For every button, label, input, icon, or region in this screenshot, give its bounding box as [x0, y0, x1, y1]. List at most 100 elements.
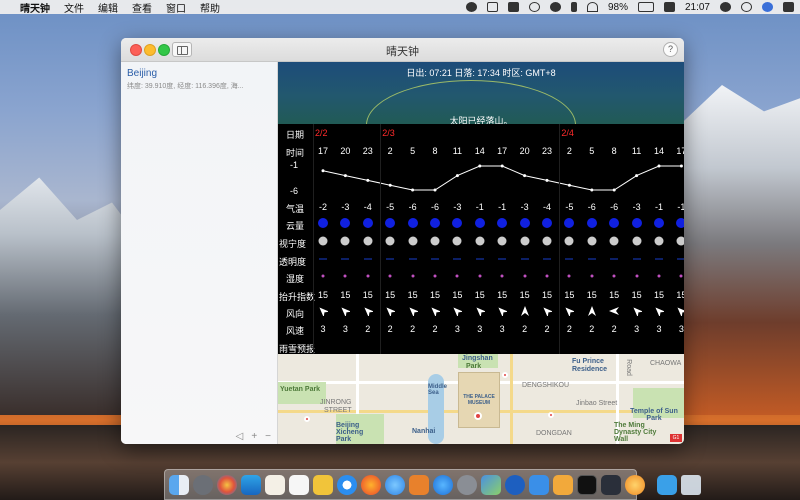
xcode-icon[interactable] [529, 474, 549, 495]
temperature-cell: -3 [453, 202, 462, 212]
temperature-cell: -6 [408, 202, 417, 212]
transparency-mark [498, 258, 507, 260]
time-cell: 8 [432, 146, 438, 156]
seeing-dot [676, 236, 684, 246]
temperature-cell: -1 [498, 202, 507, 212]
cloud-status-icon[interactable] [549, 2, 561, 12]
wind-speed-cell: 3 [678, 324, 684, 334]
day-separator [380, 124, 382, 354]
map-label: Fu Prince [572, 358, 604, 365]
menu-clock[interactable]: 21:07 [685, 2, 710, 13]
lifted-index-cell: 15 [362, 290, 373, 300]
time-cell: 17 [676, 146, 684, 156]
map-label: Middle Sea [428, 384, 447, 396]
wind-speed-cell: 2 [522, 324, 528, 334]
cloud-dot [340, 218, 351, 228]
poi-marker-icon[interactable] [304, 416, 310, 422]
seeing-dot [632, 236, 642, 246]
transparency-mark [386, 258, 395, 260]
sidebar: Beijing 纬度: 39.910度, 经度: 116.396度, 海... … [121, 62, 278, 444]
wifi-icon[interactable] [586, 2, 598, 12]
lifted-index-cell: 15 [564, 290, 575, 300]
notification-center-icon[interactable] [783, 2, 794, 12]
activity-monitor-icon[interactable] [601, 474, 621, 495]
map-road-major [510, 354, 513, 444]
input-method-icon[interactable] [663, 2, 675, 12]
temperature-cell: -6 [610, 202, 619, 212]
day-separator [313, 124, 314, 354]
downloads-folder-icon[interactable] [657, 474, 677, 495]
add-location-button[interactable]: + [251, 431, 257, 442]
humidity-dot [343, 274, 347, 278]
location-pin-icon[interactable] [474, 412, 482, 420]
system-preferences-icon[interactable] [457, 474, 477, 495]
transparency-mark [475, 258, 484, 260]
temperature-cell: -3 [341, 202, 350, 212]
temperature-cell: -1 [677, 202, 684, 212]
user-icon[interactable] [720, 2, 731, 12]
help-button[interactable]: ? [663, 42, 678, 57]
password-status-icon[interactable] [486, 2, 498, 12]
menu-file[interactable]: 文件 [64, 0, 84, 15]
siri-icon[interactable] [762, 2, 773, 12]
spotlight-search-icon[interactable] [741, 2, 752, 12]
battery-icon[interactable] [637, 2, 654, 12]
sublime-text-icon[interactable] [553, 474, 573, 495]
lifted-index-cell: 15 [631, 290, 642, 300]
terminal-icon[interactable] [577, 474, 597, 495]
launchpad-icon[interactable] [193, 474, 213, 495]
menu-help[interactable]: 帮助 [200, 0, 220, 15]
locate-icon[interactable]: ◁ [236, 431, 244, 442]
transparency-mark [319, 258, 327, 260]
app-store-icon[interactable] [433, 474, 453, 495]
transparency-mark [520, 258, 529, 260]
safari-icon[interactable] [337, 474, 357, 495]
messages-icon[interactable] [385, 474, 405, 495]
notes-icon[interactable] [265, 474, 285, 495]
firefox-icon[interactable] [361, 474, 381, 495]
remove-location-button[interactable]: − [265, 431, 271, 442]
wind-arrow-icon [452, 306, 463, 316]
lifted-index-cell: 15 [519, 290, 530, 300]
finder-icon[interactable] [169, 474, 189, 495]
wind-speed-cell: 3 [477, 324, 483, 334]
preview-icon[interactable] [241, 474, 261, 495]
seeing-dot [340, 236, 350, 246]
humidity-dot [366, 274, 370, 278]
location-map[interactable]: Jingshan Park THE PALACE MUSEUM Fu Princ… [278, 354, 684, 444]
map-label: The Ming Dynasty City Wall [614, 422, 657, 443]
stickies-icon[interactable] [313, 474, 333, 495]
reminders-icon[interactable] [289, 474, 309, 495]
menu-edit[interactable]: 编辑 [98, 0, 118, 15]
menu-window[interactable]: 窗口 [166, 0, 186, 15]
bluetooth-icon[interactable] [570, 2, 577, 12]
poi-marker-icon[interactable] [548, 412, 554, 418]
info-status-icon[interactable] [465, 2, 477, 12]
poi-marker-icon[interactable] [502, 372, 508, 378]
wind-arrow-icon [408, 306, 418, 316]
map-label: CHAOWA [650, 360, 682, 367]
location-item-beijing[interactable]: Beijing 纬度: 39.910度, 经度: 116.396度, 海... [121, 66, 278, 96]
humidity-dot [679, 274, 683, 278]
day-separator [559, 124, 561, 354]
trash-icon[interactable] [681, 474, 701, 495]
1password-icon[interactable] [505, 474, 525, 495]
weather-app-icon[interactable] [625, 474, 645, 495]
books-icon[interactable] [409, 474, 429, 495]
map-badge[interactable]: G1 [670, 434, 682, 442]
photos-icon[interactable] [217, 474, 237, 495]
wind-speed-cell: 2 [432, 324, 438, 334]
map-app-icon[interactable] [481, 474, 501, 495]
row-label-transparency: 透明度 [279, 257, 307, 267]
battery-percent[interactable]: 98% [608, 2, 628, 13]
menu-view[interactable]: 查看 [132, 0, 152, 15]
transparency-mark [431, 258, 439, 260]
clock-status-icon[interactable] [528, 2, 540, 12]
date-label: 2/3 [382, 128, 395, 138]
row-label-lifted-index: 抬升指数 [279, 292, 316, 302]
time-cell: 2 [387, 146, 393, 156]
title-bar[interactable]: 晴天钟 ? [121, 38, 684, 62]
row-label-wind-direction: 风向 [286, 309, 305, 319]
menu-app-name[interactable]: 晴天钟 [20, 0, 50, 15]
evernote-status-icon[interactable] [507, 2, 519, 12]
